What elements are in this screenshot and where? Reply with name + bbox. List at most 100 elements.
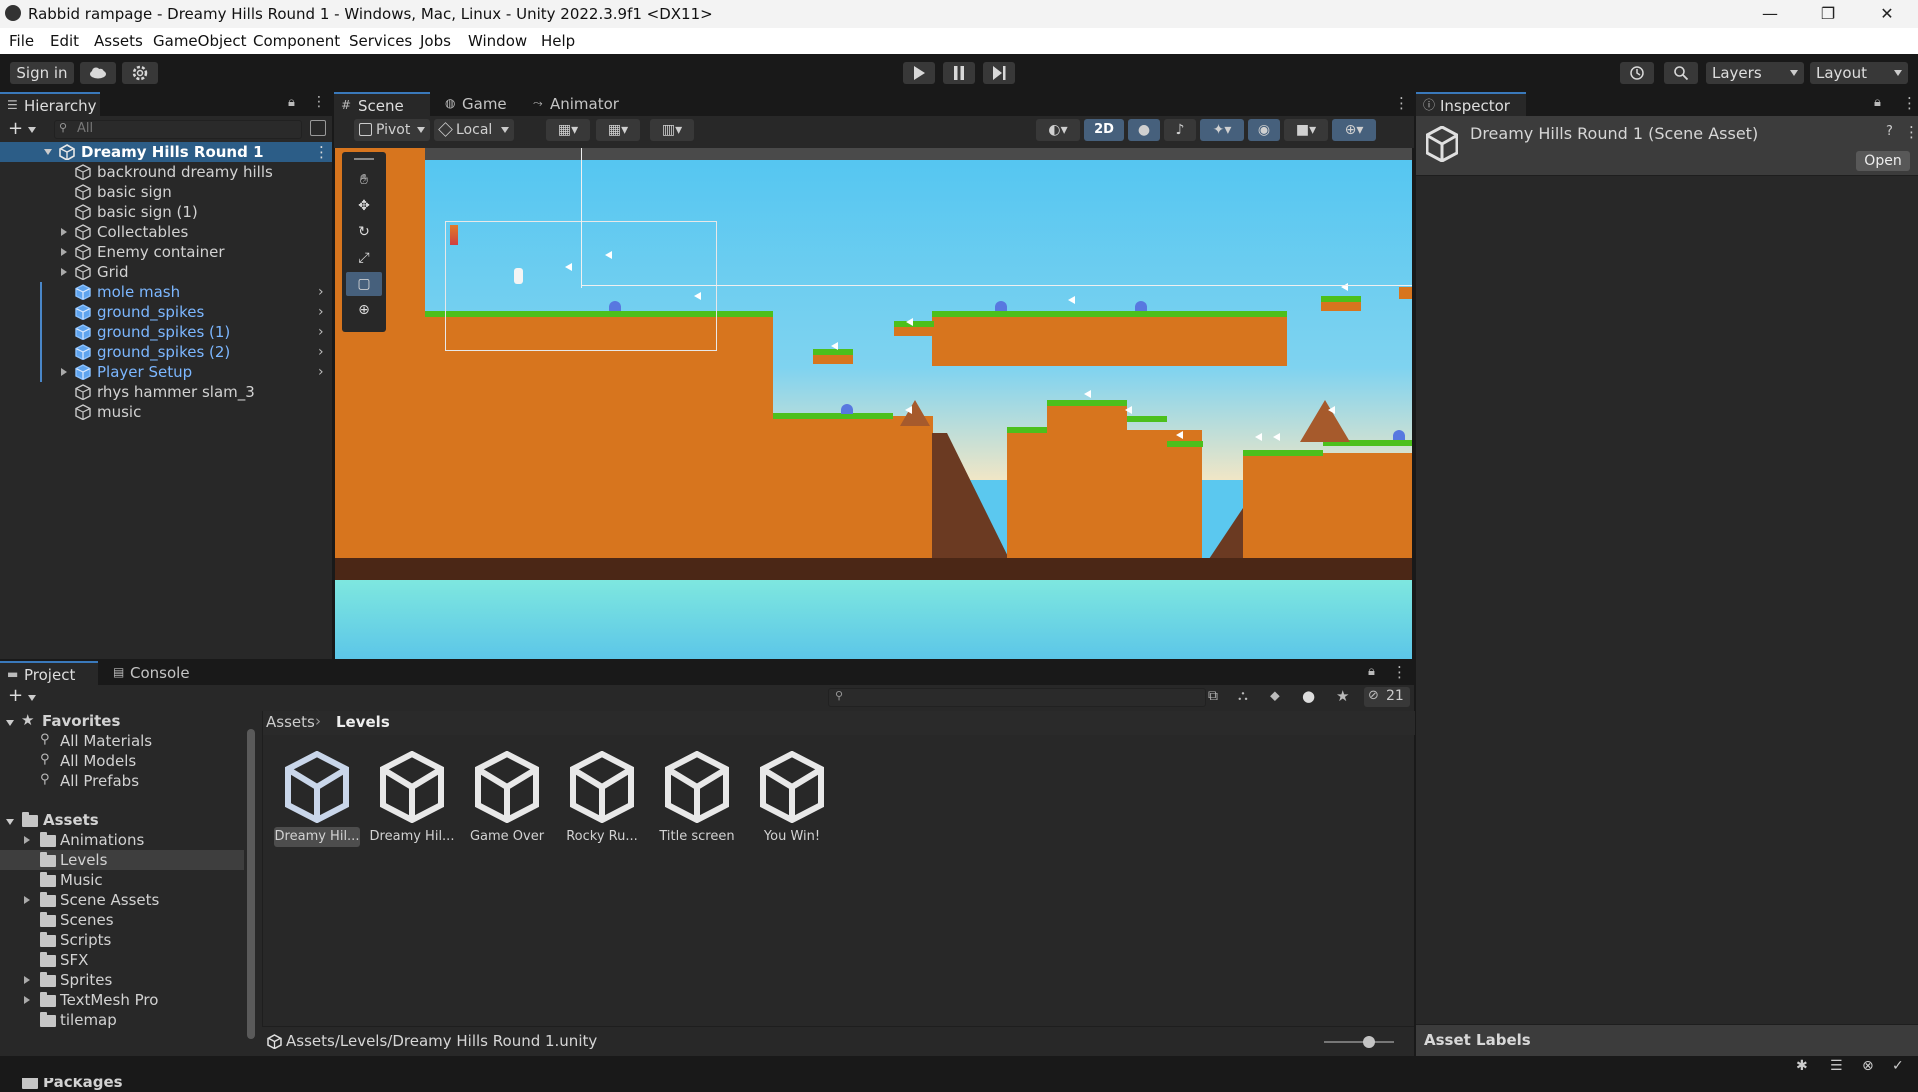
lock-icon[interactable]: 🔒︎ [1874,95,1881,110]
tab-game[interactable]: ◍ Game [438,92,518,116]
tab-inspector[interactable]: ⓘ Inspector [1416,92,1526,116]
expand-arrow-icon[interactable] [6,819,14,825]
tab-scene[interactable]: # Scene [334,92,430,116]
folder-item[interactable]: Sprites [0,970,244,990]
hierarchy-item[interactable]: Enemy container [0,242,332,262]
hierarchy-item[interactable]: basic sign (1) [0,202,332,222]
hierarchy-item[interactable]: Grid [0,262,332,282]
expand-arrow-icon[interactable] [24,896,30,904]
favorites-item[interactable]: All Models [60,751,136,771]
folder-item[interactable]: Music [0,870,244,890]
slider-handle[interactable] [1363,1036,1375,1048]
scene-viewport[interactable]: ✋︎ ✥ ↻ ⤢ ▢ ⊕ [335,148,1412,659]
auto-generate-lighting-icon[interactable]: ⊗ [1862,1058,1874,1074]
project-search-input[interactable]: ⚲ [828,688,1206,707]
expand-arrow-icon[interactable] [44,149,52,155]
rotate-tool-button[interactable]: ↻ [346,220,382,244]
expand-arrow-icon[interactable] [61,268,67,276]
overlay-drag-handle[interactable] [354,158,374,160]
tab-project[interactable]: ▬ Project [0,661,98,685]
assets-root-item[interactable]: Assets [43,810,99,830]
expand-arrow-icon[interactable] [61,228,67,236]
transform-tool-button[interactable]: ⊕ [346,298,382,322]
lock-icon[interactable]: 🔒︎ [288,95,295,110]
asset-item[interactable]: Title screen [652,751,742,851]
hidden-packages-toggle[interactable]: ⊘ 21 [1364,687,1410,707]
hierarchy-item[interactable]: Player Setup › [0,362,332,382]
chevron-right-icon[interactable]: › [318,362,324,382]
hierarchy-item[interactable]: ground_spikes (2) › [0,342,332,362]
search-by-type-icon[interactable]: ⧉ [1208,688,1218,704]
chevron-right-icon[interactable]: › [318,322,324,342]
expand-arrow-icon[interactable] [61,368,67,376]
add-icon[interactable]: + [8,118,23,139]
expand-arrow-icon[interactable] [61,248,67,256]
menu-file[interactable]: File [9,32,34,50]
hierarchy-item[interactable]: basic sign [0,182,332,202]
hierarchy-scene-root[interactable]: Dreamy Hills Round 1 ⋮ [0,142,332,162]
more-options-icon[interactable]: ⋮ [1392,663,1407,681]
folder-item[interactable]: Scripts [0,930,244,950]
expand-arrow-icon[interactable] [24,836,30,844]
filter-type-icon[interactable]: ⛬ [1238,688,1248,704]
visibility-toggle[interactable]: ◉ [1248,119,1280,141]
maximize-button[interactable]: ❐ [1799,0,1857,28]
grid-snap-button[interactable]: ▦▾ [546,119,590,141]
ruler-button[interactable]: ▥▾ [650,119,694,141]
tab-animator[interactable]: ⤳ Animator [526,92,626,116]
chevron-right-icon[interactable]: › [318,282,324,302]
more-options-icon[interactable]: ⋮ [1904,123,1918,141]
sign-in-button[interactable]: Sign in [10,62,74,84]
cloud-button[interactable] [80,62,116,84]
hierarchy-item[interactable]: Collectables [0,222,332,242]
pivot-dropdown[interactable]: Pivot [354,119,430,141]
label-tag-icon[interactable]: ⬥ [1270,688,1280,704]
hierarchy-item[interactable]: backround dreamy hills [0,162,332,182]
asset-item[interactable]: You Win! [747,751,837,851]
lock-icon[interactable]: 🔒︎ [1368,664,1375,679]
hierarchy-item[interactable]: music [0,402,332,422]
favorites-item[interactable]: All Prefabs [60,771,139,791]
favorite-star-icon[interactable]: ★ [1336,687,1349,705]
chevron-right-icon[interactable]: › [318,302,324,322]
expand-arrow-icon[interactable] [24,976,30,984]
breadcrumb-levels[interactable]: Levels [336,713,390,731]
effects-toggle[interactable]: ✦▾ [1200,119,1244,141]
more-options-icon[interactable]: ⋮ [312,94,326,110]
help-icon[interactable]: ? [1886,124,1893,139]
menu-window[interactable]: Window [468,32,527,50]
hierarchy-search-input[interactable]: ⚲ All [54,120,302,139]
favorites-heading[interactable]: Favorites [42,711,120,731]
asset-item[interactable]: Dreamy Hil... [272,751,362,851]
play-button[interactable] [903,62,935,84]
local-dropdown[interactable]: Local [434,119,514,141]
folder-item[interactable]: Animations [0,830,244,850]
menu-jobs[interactable]: Jobs [420,32,451,50]
more-options-icon[interactable]: ⋮ [1902,94,1917,112]
rect-tool-button[interactable]: ▢ [346,272,382,296]
more-options-icon[interactable]: ⋮ [1394,94,1409,112]
add-icon[interactable]: + [8,685,23,706]
lighting-toggle[interactable]: ● [1128,119,1160,141]
folder-tree-scrollbar[interactable] [244,711,258,1056]
move-tool-button[interactable]: ✥ [346,194,382,218]
favorites-item[interactable]: All Materials [60,731,152,751]
hierarchy-item[interactable]: ground_spikes (1) › [0,322,332,342]
asset-item[interactable]: Game Over [462,751,552,851]
pause-button[interactable] [943,62,975,84]
layers-stack-icon[interactable]: ☰ [1830,1058,1843,1074]
scrollbar-thumb[interactable] [247,729,255,1039]
tab-hierarchy[interactable]: ☰ Hierarchy [0,92,100,116]
menu-gameobject[interactable]: GameObject [153,32,247,50]
folder-item[interactable]: Levels [0,850,244,870]
chevron-right-icon[interactable]: › [318,342,324,362]
folder-item[interactable]: TextMesh Pro [0,990,244,1010]
gizmos-button[interactable]: ⊕▾ [1332,119,1376,141]
filter-icon[interactable] [310,120,326,136]
menu-assets[interactable]: Assets [94,32,143,50]
folder-item[interactable]: Scene Assets [0,890,244,910]
warning-filter-icon[interactable]: ● [1302,687,1315,705]
asset-item[interactable]: Dreamy Hil... [367,751,457,851]
minimize-button[interactable]: — [1741,0,1799,28]
folder-item[interactable]: Scenes [0,910,244,930]
